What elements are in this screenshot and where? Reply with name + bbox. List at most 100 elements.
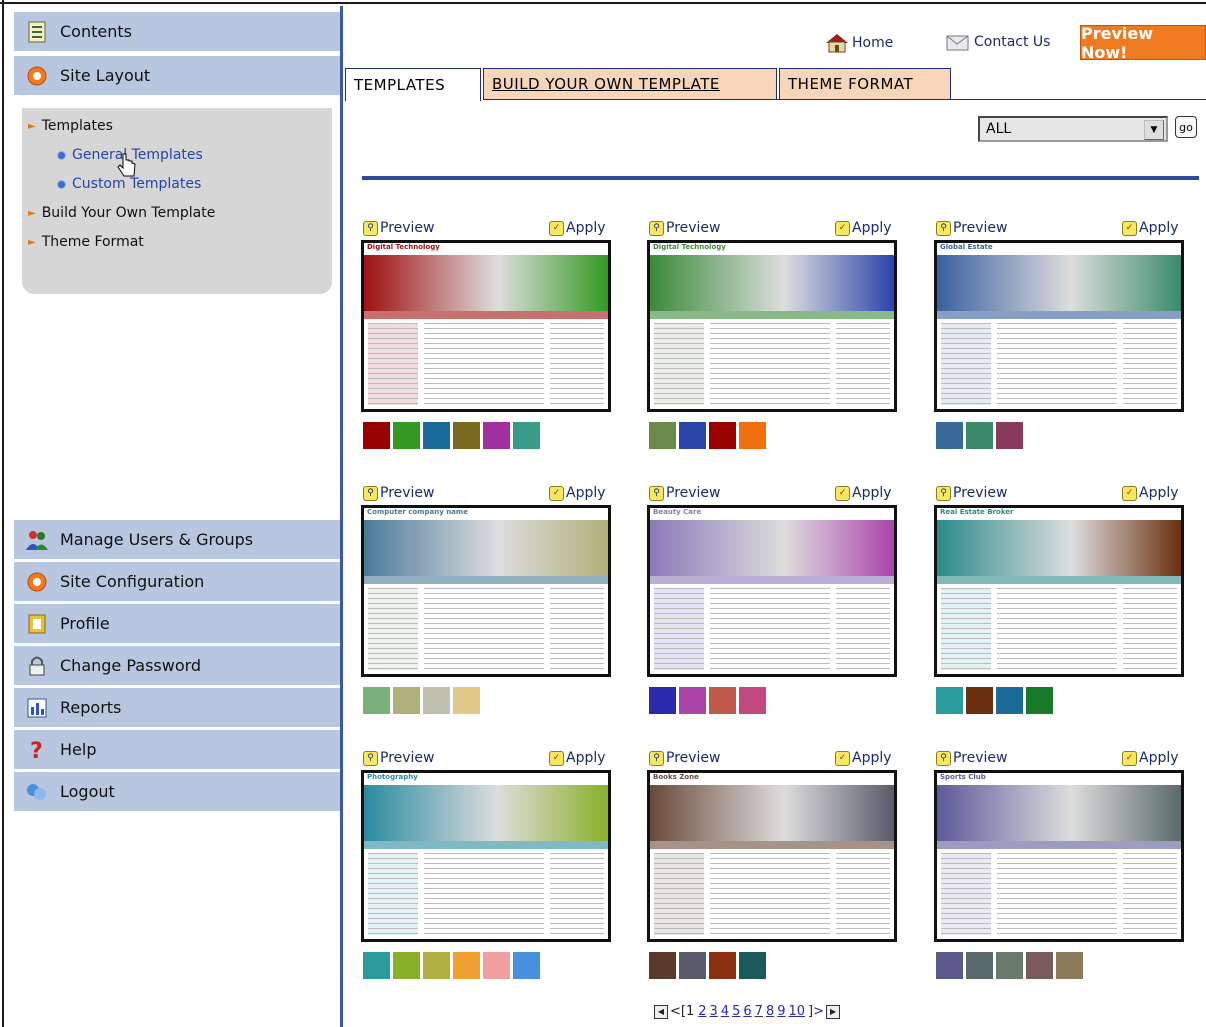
nav-site-configuration[interactable]: Site Configuration	[14, 562, 340, 602]
color-swatch[interactable]	[423, 422, 450, 449]
color-swatch[interactable]	[649, 687, 676, 714]
color-swatch[interactable]	[363, 952, 390, 979]
apply-link[interactable]: ✓ Apply	[835, 485, 892, 501]
tab-build-own-template[interactable]: BUILD YOUR OWN TEMPLATE	[483, 68, 777, 100]
last-page-icon[interactable]: ▶	[826, 1004, 841, 1019]
color-swatch[interactable]	[679, 422, 706, 449]
color-swatch[interactable]	[393, 687, 420, 714]
preview-now-button[interactable]: Preview Now!	[1080, 24, 1206, 62]
color-swatch[interactable]	[483, 422, 510, 449]
nav-reports[interactable]: Reports	[14, 688, 340, 728]
page-link[interactable]: 3	[710, 1004, 718, 1019]
template-thumbnail[interactable]: Books Zone	[647, 770, 897, 942]
template-thumbnail[interactable]: Real Estate Broker	[934, 505, 1184, 677]
color-swatch[interactable]	[393, 952, 420, 979]
page-link[interactable]: 5	[732, 1004, 740, 1019]
apply-link[interactable]: ✓ Apply	[1122, 485, 1179, 501]
color-swatch[interactable]	[679, 687, 706, 714]
color-swatch[interactable]	[936, 687, 963, 714]
color-swatch[interactable]	[363, 687, 390, 714]
page-link[interactable]: 8	[766, 1004, 774, 1019]
apply-link[interactable]: ✓ Apply	[835, 220, 892, 236]
nav-contents[interactable]: Contents	[14, 12, 340, 52]
color-swatch[interactable]	[1056, 952, 1083, 979]
color-swatch[interactable]	[709, 687, 736, 714]
apply-link[interactable]: ✓ Apply	[549, 485, 606, 501]
preview-link[interactable]: ⚲ Preview	[363, 485, 435, 501]
submenu-templates[interactable]: ► Templates	[28, 118, 113, 134]
template-thumbnail[interactable]: Beauty Care	[647, 505, 897, 677]
page-link[interactable]: 9	[777, 1004, 785, 1019]
color-swatch[interactable]	[453, 687, 480, 714]
preview-link[interactable]: ⚲ Preview	[363, 750, 435, 766]
preview-link[interactable]: ⚲ Preview	[649, 220, 721, 236]
page-link[interactable]: 2	[698, 1004, 706, 1019]
color-swatch[interactable]	[966, 422, 993, 449]
template-thumbnail[interactable]: Digital Technology	[361, 240, 611, 412]
tab-theme-format[interactable]: THEME FORMAT	[779, 68, 951, 100]
apply-link[interactable]: ✓ Apply	[1122, 750, 1179, 766]
color-swatch[interactable]	[739, 422, 766, 449]
apply-link[interactable]: ✓ Apply	[835, 750, 892, 766]
color-swatch[interactable]	[423, 952, 450, 979]
color-swatch[interactable]	[966, 952, 993, 979]
template-thumbnail[interactable]: Digital Technology	[647, 240, 897, 412]
nav-change-password[interactable]: Change Password	[14, 646, 340, 686]
color-swatch[interactable]	[936, 422, 963, 449]
page-link[interactable]: 6	[743, 1004, 751, 1019]
thumbnail-site-title: Real Estate Broker	[940, 508, 1014, 516]
preview-link[interactable]: ⚲ Preview	[936, 220, 1008, 236]
color-swatch[interactable]	[483, 952, 510, 979]
color-swatch[interactable]	[363, 422, 390, 449]
preview-link[interactable]: ⚲ Preview	[649, 750, 721, 766]
color-swatch[interactable]	[709, 422, 736, 449]
apply-link[interactable]: ✓ Apply	[549, 750, 606, 766]
tab-templates[interactable]: TEMPLATES	[345, 68, 481, 101]
nav-help[interactable]: ? Help	[14, 730, 340, 770]
color-swatch[interactable]	[679, 952, 706, 979]
color-swatch[interactable]	[423, 687, 450, 714]
color-swatch[interactable]	[996, 952, 1023, 979]
preview-link[interactable]: ⚲ Preview	[649, 485, 721, 501]
color-swatch[interactable]	[739, 687, 766, 714]
color-swatch[interactable]	[513, 952, 540, 979]
color-swatch[interactable]	[513, 422, 540, 449]
submenu-theme-format[interactable]: ► Theme Format	[28, 234, 144, 250]
nav-site-layout[interactable]: Site Layout	[14, 56, 340, 96]
chevron-right-icon: ►	[28, 120, 36, 132]
preview-link[interactable]: ⚲ Preview	[936, 750, 1008, 766]
color-swatch[interactable]	[649, 422, 676, 449]
color-swatch[interactable]	[453, 422, 480, 449]
submenu-build-own[interactable]: ► Build Your Own Template	[28, 205, 215, 221]
apply-link[interactable]: ✓ Apply	[549, 220, 606, 236]
color-swatch[interactable]	[709, 952, 736, 979]
color-swatch[interactable]	[649, 952, 676, 979]
color-swatch[interactable]	[453, 952, 480, 979]
color-swatch[interactable]	[936, 952, 963, 979]
category-select[interactable]: ALL ▼	[978, 116, 1168, 142]
contact-link[interactable]: Contact Us	[946, 32, 1050, 52]
color-swatch[interactable]	[739, 952, 766, 979]
color-swatch[interactable]	[1026, 952, 1053, 979]
template-thumbnail[interactable]: Sports Club	[934, 770, 1184, 942]
page-link[interactable]: 10	[789, 1004, 806, 1019]
color-swatch[interactable]	[996, 422, 1023, 449]
preview-link[interactable]: ⚲ Preview	[363, 220, 435, 236]
nav-profile[interactable]: Profile	[14, 604, 340, 644]
first-page-icon[interactable]: ◀	[654, 1004, 668, 1019]
template-thumbnail[interactable]: Photography	[361, 770, 611, 942]
color-swatch[interactable]	[393, 422, 420, 449]
preview-link[interactable]: ⚲ Preview	[936, 485, 1008, 501]
template-thumbnail[interactable]: Global Estate	[934, 240, 1184, 412]
template-thumbnail[interactable]: Computer company name	[361, 505, 611, 677]
color-swatch[interactable]	[1026, 687, 1053, 714]
page-link[interactable]: 7	[755, 1004, 763, 1019]
page-link[interactable]: 4	[721, 1004, 729, 1019]
color-swatch[interactable]	[996, 687, 1023, 714]
nav-manage-users[interactable]: Manage Users & Groups	[14, 520, 340, 560]
color-swatch[interactable]	[966, 687, 993, 714]
nav-logout[interactable]: Logout	[14, 772, 340, 812]
home-link[interactable]: Home	[824, 32, 893, 54]
go-button[interactable]: go	[1175, 116, 1197, 138]
apply-link[interactable]: ✓ Apply	[1122, 220, 1179, 236]
